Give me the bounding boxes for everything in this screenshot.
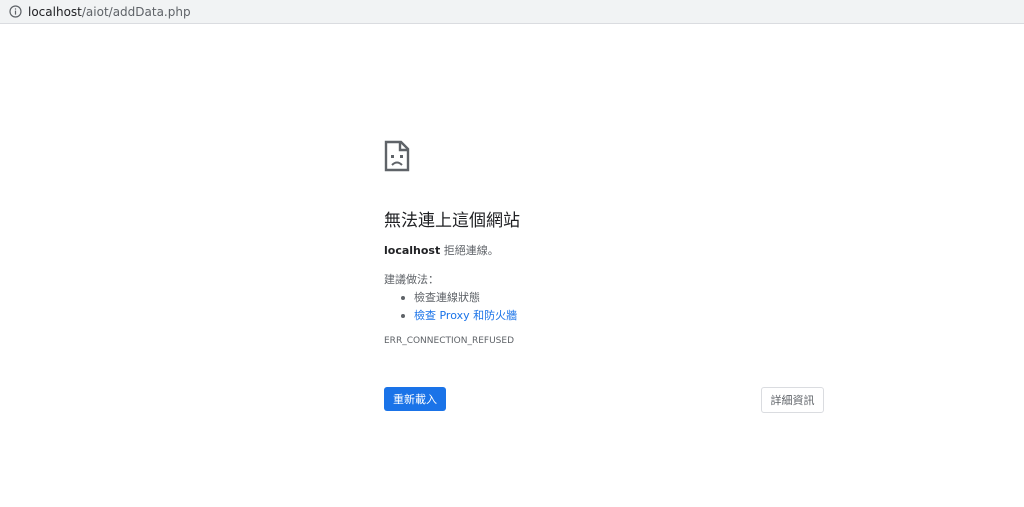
- error-description-text: 拒絕連線。: [440, 244, 499, 257]
- reload-button[interactable]: 重新載入: [384, 387, 446, 411]
- error-code: ERR_CONNECTION_REFUSED: [384, 336, 514, 346]
- error-description: localhost 拒絕連線。: [384, 242, 499, 258]
- suggestions-list: 檢查連線狀態 檢查 Proxy 和防火牆: [384, 289, 517, 325]
- url-path: /aiot/addData.php: [81, 4, 191, 19]
- error-title: 無法連上這個網站: [384, 211, 520, 231]
- suggestions-label: 建議做法：: [384, 273, 439, 286]
- suggestion-check-proxy-link[interactable]: 檢查 Proxy 和防火牆: [384, 307, 517, 325]
- error-host: localhost: [384, 244, 441, 257]
- url-text[interactable]: localhost/aiot/addData.php: [28, 5, 191, 19]
- info-icon[interactable]: [9, 5, 22, 18]
- address-bar[interactable]: localhost/aiot/addData.php: [0, 0, 1024, 24]
- suggestion-check-connection: 檢查連線狀態: [384, 289, 517, 307]
- sad-page-icon: [384, 140, 410, 172]
- url-host: localhost: [28, 4, 82, 19]
- details-button[interactable]: 詳細資訊: [761, 387, 824, 413]
